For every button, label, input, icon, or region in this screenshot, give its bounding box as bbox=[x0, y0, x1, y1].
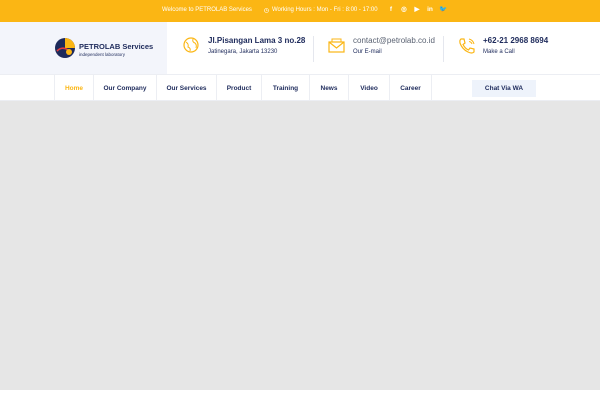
facebook-icon[interactable]: f bbox=[387, 5, 395, 15]
phone-icon bbox=[459, 38, 475, 54]
phone-block[interactable]: +62-21 2968 8694 Make a Call bbox=[457, 36, 548, 56]
clock-icon bbox=[264, 7, 269, 13]
nav-career[interactable]: Career bbox=[390, 75, 432, 101]
brand-tagline: independent laboratory bbox=[79, 52, 126, 57]
logo-text: PETROLAB Services independent laboratory bbox=[79, 42, 153, 57]
linkedin-icon[interactable]: in bbox=[426, 5, 434, 15]
header: PETROLAB Services independent laboratory… bbox=[0, 22, 600, 74]
welcome-text: Welcome to PETROLAB Services bbox=[162, 7, 252, 13]
main-nav: Home Our Company Our Services Product Tr… bbox=[0, 74, 600, 101]
address-block: Jl.Pisangan Lama 3 no.28 Jatinegara, Jak… bbox=[182, 36, 305, 56]
nav-product[interactable]: Product bbox=[217, 75, 262, 101]
hero-content-area bbox=[0, 101, 600, 390]
divider bbox=[443, 36, 444, 62]
working-hours: Working Hours : Mon - Fri : 8:00 - 17:00 bbox=[264, 7, 378, 13]
nav-news[interactable]: News bbox=[310, 75, 349, 101]
twitter-icon[interactable]: 🐦 bbox=[439, 5, 447, 15]
logo-link[interactable]: PETROLAB Services independent laboratory bbox=[0, 22, 167, 74]
nav-home[interactable]: Home bbox=[54, 75, 94, 101]
nav-our-company[interactable]: Our Company bbox=[94, 75, 157, 101]
logo-icon bbox=[55, 38, 75, 58]
working-hours-text: Working Hours : Mon - Fri : 8:00 - 17:00 bbox=[272, 7, 378, 13]
divider bbox=[313, 36, 314, 62]
top-bar: Welcome to PETROLAB Services Working Hou… bbox=[0, 0, 600, 22]
address-line2: Jatinegara, Jakarta 13230 bbox=[208, 49, 278, 55]
nav-video[interactable]: Video bbox=[349, 75, 390, 101]
nav-our-services[interactable]: Our Services bbox=[157, 75, 217, 101]
email-block[interactable]: contact@petrolab.co.id Our E-mail bbox=[327, 36, 435, 56]
instagram-icon[interactable]: ◎ bbox=[400, 5, 408, 15]
nav-training[interactable]: Training bbox=[262, 75, 310, 101]
youtube-icon[interactable]: ▶ bbox=[413, 5, 421, 15]
page-bottom bbox=[0, 390, 600, 400]
brand-name: PETROLAB Services bbox=[79, 42, 154, 51]
social-links: f ◎ ▶ in 🐦 bbox=[387, 5, 447, 15]
chat-via-wa-button[interactable]: Chat Via WA bbox=[472, 80, 536, 97]
globe-icon bbox=[183, 37, 199, 53]
envelope-icon bbox=[328, 38, 345, 53]
email-label: Our E-mail bbox=[353, 49, 382, 55]
address-line1: Jl.Pisangan Lama 3 no.28 bbox=[208, 36, 306, 45]
email-address[interactable]: contact@petrolab.co.id bbox=[353, 36, 435, 45]
phone-number[interactable]: +62-21 2968 8694 bbox=[483, 36, 548, 45]
phone-label: Make a Call bbox=[483, 49, 515, 55]
